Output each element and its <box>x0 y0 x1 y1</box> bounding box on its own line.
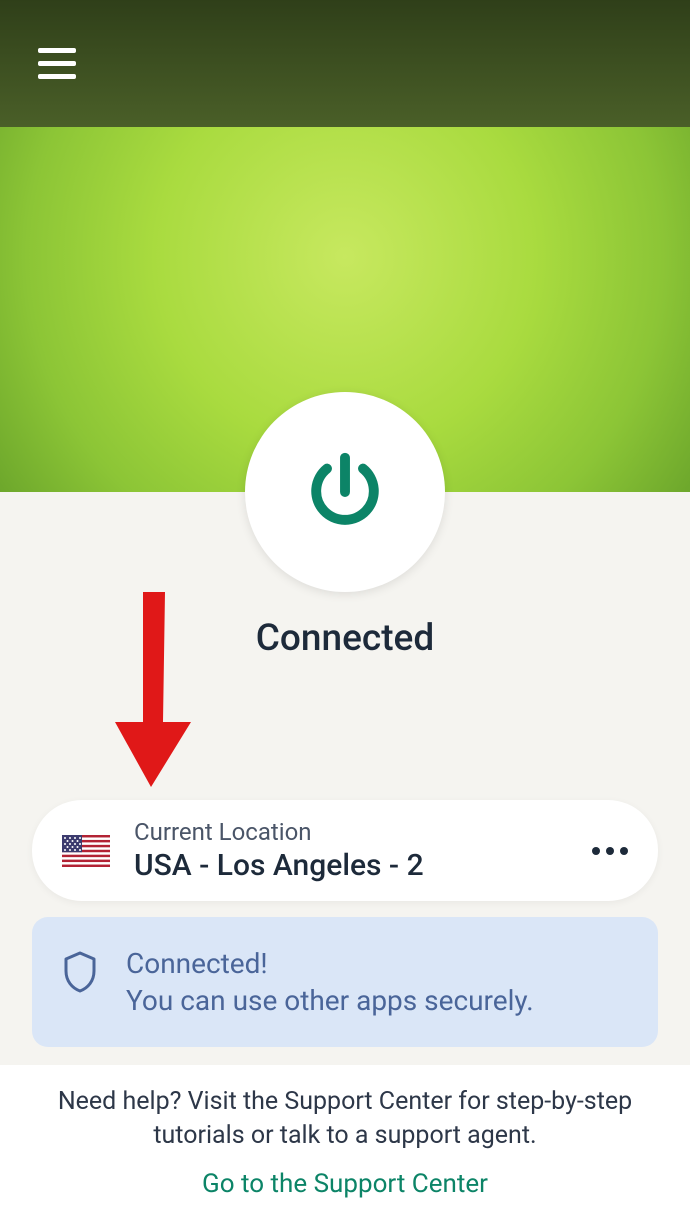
status-banner: Connected! You can use other apps secure… <box>32 917 658 1047</box>
location-label: Current Location <box>134 818 592 846</box>
connect-button[interactable] <box>245 392 445 592</box>
location-value: USA - Los Angeles - 2 <box>134 848 592 883</box>
banner-text: Connected! You can use other apps secure… <box>126 947 628 1017</box>
more-options-icon[interactable] <box>592 847 628 855</box>
support-center-link[interactable]: Go to the Support Center <box>40 1169 650 1199</box>
location-info: Current Location USA - Los Angeles - 2 <box>134 818 592 883</box>
power-icon <box>300 447 390 537</box>
shield-icon <box>62 951 98 993</box>
location-selector[interactable]: Current Location USA - Los Angeles - 2 <box>32 800 658 901</box>
help-section: Need help? Visit the Support Center for … <box>0 1065 690 1227</box>
menu-icon[interactable] <box>38 48 76 79</box>
main-content: Connected <box>0 127 690 1065</box>
banner-subtitle: You can use other apps securely. <box>126 984 628 1017</box>
app-header <box>0 0 690 127</box>
connection-status: Connected <box>256 617 434 660</box>
help-text: Need help? Visit the Support Center for … <box>40 1085 650 1153</box>
banner-title: Connected! <box>126 947 628 980</box>
annotation-arrow-icon <box>115 592 195 787</box>
usa-flag-icon <box>62 835 110 867</box>
